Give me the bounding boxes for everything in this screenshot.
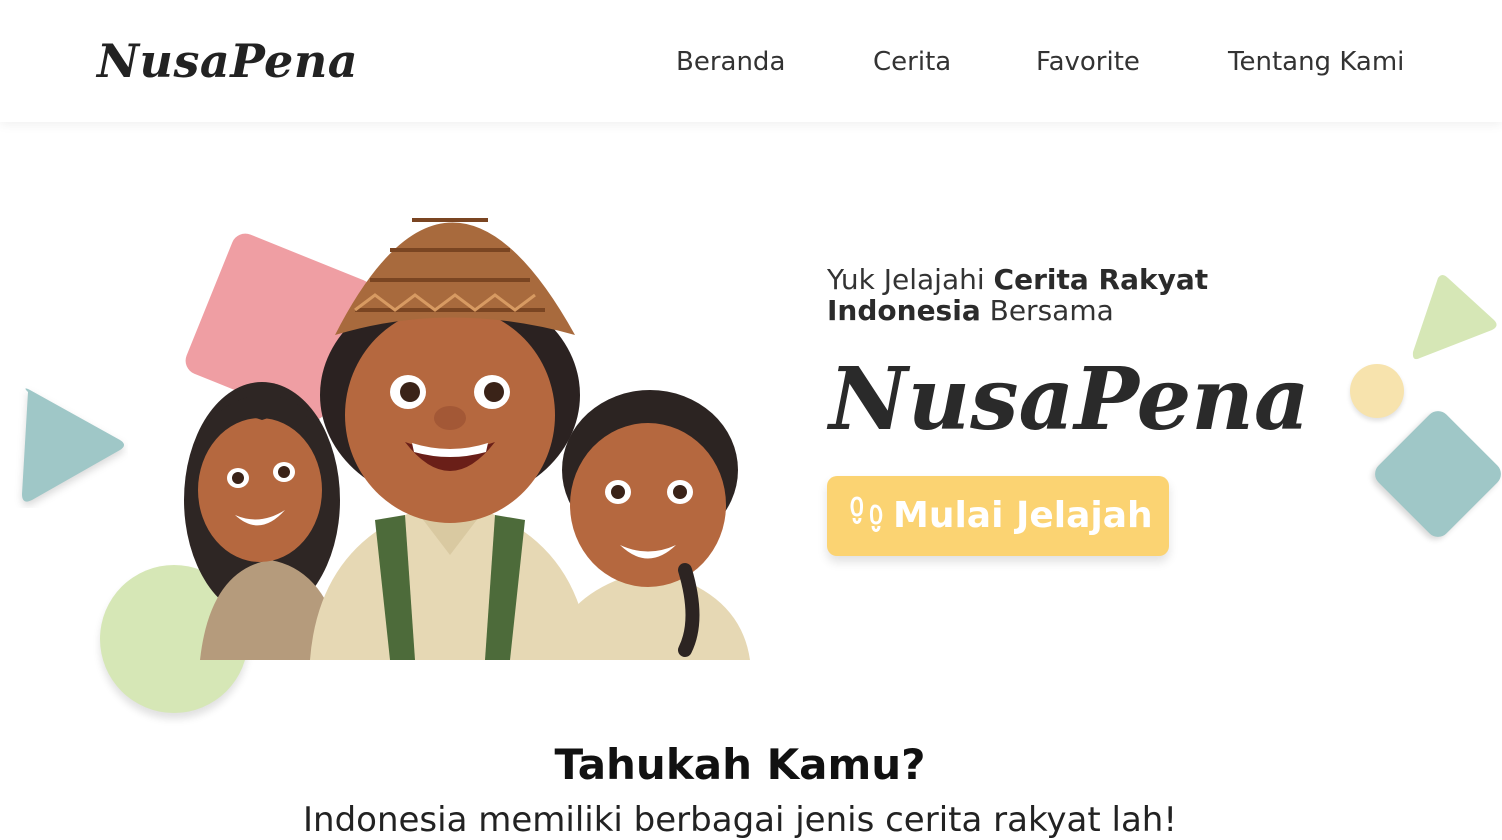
teal-diamond-shape [1370, 406, 1502, 542]
yellow-circle-shape [1350, 364, 1404, 418]
section-title: Tahukah Kamu? [554, 740, 926, 789]
site-logo[interactable]: NusaPena [97, 33, 358, 89]
children-illustration [184, 218, 750, 660]
nav-tentang-kami[interactable]: Tentang Kami [1228, 44, 1404, 80]
footprints-icon [850, 496, 883, 532]
hero-intro-suffix: Bersama [980, 294, 1114, 327]
start-explore-label: Mulai Jelajah [893, 495, 1153, 536]
hero-brand-title: NusaPena [829, 349, 1310, 450]
site-header: NusaPena Beranda Cerita Favorite Tentang… [0, 0, 1502, 122]
nav-cerita[interactable]: Cerita [873, 44, 951, 80]
green-triangle-shape [1412, 275, 1497, 360]
hero-intro: Yuk Jelajahi Cerita Rakyat Indonesia Ber… [827, 264, 1247, 326]
center-child [310, 218, 590, 660]
nav-beranda[interactable]: Beranda [676, 44, 785, 80]
hero-intro-prefix: Yuk Jelajahi [827, 263, 994, 296]
nav-favorite[interactable]: Favorite [1036, 44, 1140, 80]
start-explore-button[interactable]: Mulai Jelajah [827, 476, 1169, 556]
teal-triangle-shape [22, 388, 124, 502]
section-text: Indonesia memiliki berbagai jenis cerita… [303, 800, 1177, 840]
